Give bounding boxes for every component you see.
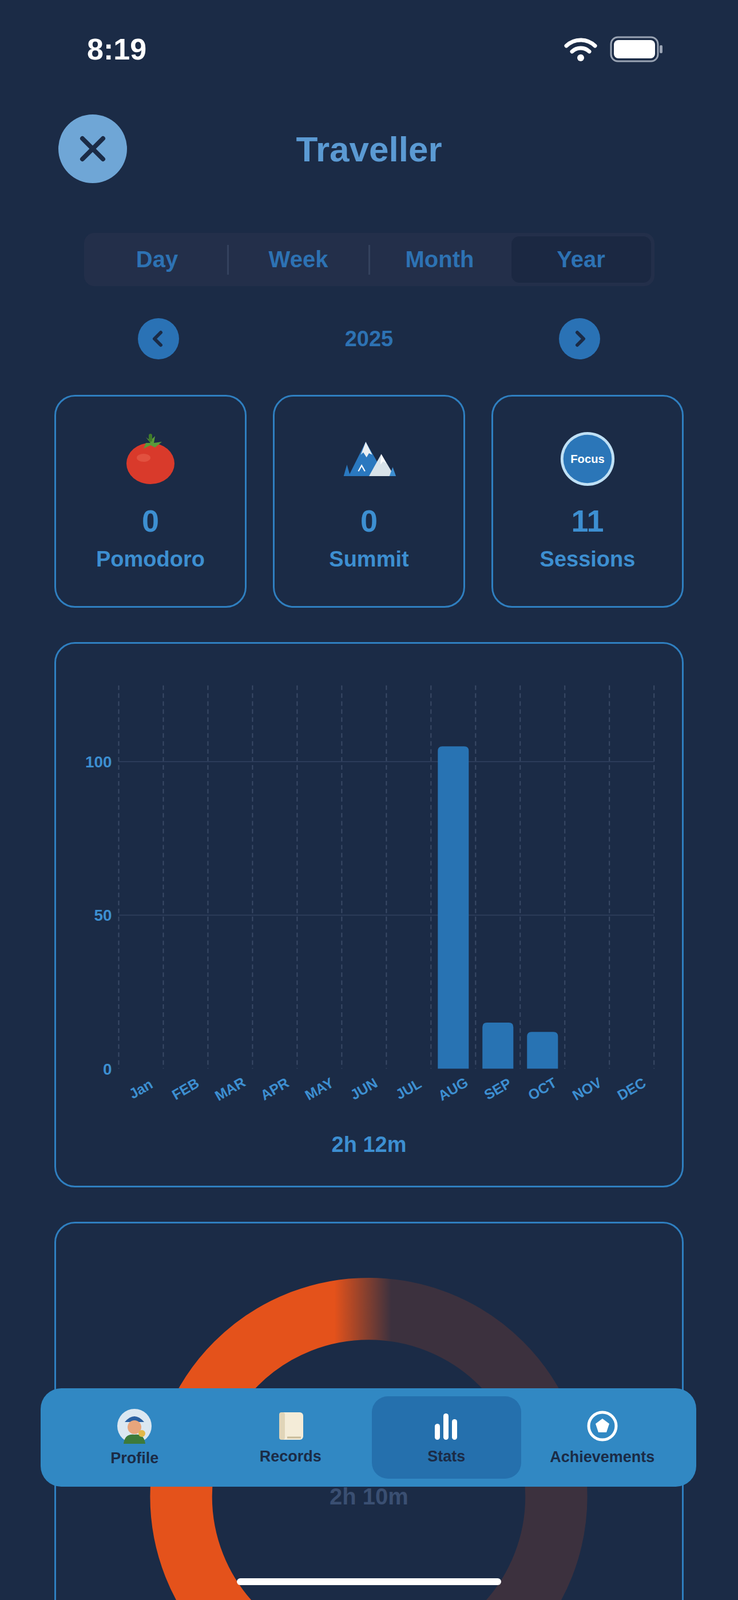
svg-text:0: 0 bbox=[102, 1060, 113, 1078]
status-bar: 8:19 bbox=[0, 0, 738, 99]
notebook-icon bbox=[274, 1409, 307, 1442]
tab-bar-item[interactable]: Profile bbox=[60, 1395, 210, 1479]
stat-icon-box bbox=[121, 430, 180, 488]
tab-bar: Profile Records Stats Achievements bbox=[40, 1387, 697, 1487]
home-indicator bbox=[236, 1577, 502, 1585]
chart-bar bbox=[482, 1022, 514, 1069]
status-icons bbox=[564, 36, 664, 63]
achievement-icon bbox=[585, 1409, 620, 1443]
stat-card: Focus 11 Sessions bbox=[491, 394, 684, 608]
close-icon bbox=[77, 133, 108, 164]
period-label: 2025 bbox=[344, 326, 394, 352]
stat-cards: 0 Pomodoro 0 Summit Focus 11 Sessions bbox=[0, 394, 738, 608]
stat-card: 0 Pomodoro bbox=[54, 394, 247, 608]
svg-text:JUL: JUL bbox=[392, 1074, 424, 1103]
period-tabs: DayWeekMonthYear bbox=[84, 232, 655, 287]
stat-card: 0 Summit bbox=[272, 394, 466, 608]
svg-text:MAY: MAY bbox=[302, 1073, 337, 1103]
svg-text:DEC: DEC bbox=[614, 1073, 649, 1103]
wifi-icon bbox=[564, 36, 598, 62]
period-tab[interactable]: Day bbox=[87, 236, 228, 283]
stat-label: Summit bbox=[328, 545, 409, 573]
stats-screen: 8:19 Traveller DayWeekMonthYear 2025 0 Pomodo… bbox=[0, 0, 738, 1600]
stat-value: 0 bbox=[360, 503, 378, 538]
stats-icon bbox=[430, 1409, 463, 1442]
stat-icon-box bbox=[340, 430, 398, 488]
stat-label: Sessions bbox=[540, 545, 636, 573]
svg-text:JUN: JUN bbox=[347, 1074, 380, 1103]
close-button[interactable] bbox=[58, 114, 128, 184]
chart-bar bbox=[526, 1031, 558, 1069]
svg-text:APR: APR bbox=[257, 1073, 292, 1103]
stat-value: 0 bbox=[141, 503, 160, 538]
stat-icon-box: Focus bbox=[558, 430, 617, 488]
stat-value: 11 bbox=[570, 503, 604, 538]
donut-total: 2h 10m bbox=[329, 1483, 409, 1510]
svg-text:NOV: NOV bbox=[569, 1073, 605, 1103]
svg-text:50: 50 bbox=[94, 906, 113, 924]
svg-text:SEP: SEP bbox=[481, 1074, 514, 1103]
focus-badge-icon: Focus bbox=[558, 429, 617, 489]
tab-bar-label: Achievements bbox=[549, 1447, 655, 1466]
header: Traveller bbox=[0, 114, 738, 184]
tab-bar-label: Records bbox=[259, 1447, 322, 1466]
status-time: 8:19 bbox=[86, 32, 147, 67]
next-button[interactable] bbox=[558, 318, 601, 360]
mountain-icon bbox=[340, 430, 398, 488]
svg-text:OCT: OCT bbox=[525, 1073, 559, 1103]
tomato-icon bbox=[123, 431, 178, 487]
avatar-icon bbox=[116, 1407, 153, 1444]
bar-chart-card: 100 50 0 Jan FEB MAR APR MAY JUN JUL AUG SEP OCT NOV D… bbox=[54, 641, 684, 1188]
chevron-left-icon bbox=[148, 328, 169, 349]
battery-icon bbox=[609, 36, 664, 63]
previous-button[interactable] bbox=[137, 318, 180, 360]
period-tab[interactable]: Year bbox=[511, 236, 652, 283]
svg-text:100: 100 bbox=[85, 752, 112, 771]
tab-bar-label: Stats bbox=[427, 1447, 466, 1466]
stat-label: Pomodoro bbox=[96, 545, 205, 573]
tab-bar-label: Profile bbox=[110, 1449, 159, 1467]
svg-text:FEB: FEB bbox=[168, 1074, 202, 1103]
bar-chart: 100 50 0 Jan FEB MAR APR MAY JUN JUL AUG SEP OCT NOV D… bbox=[56, 643, 682, 1117]
tab-bar-item[interactable]: Records bbox=[216, 1395, 366, 1479]
tab-bar-item[interactable]: Achievements bbox=[528, 1395, 678, 1479]
screen-title: Traveller bbox=[127, 128, 611, 170]
svg-text:Focus: Focus bbox=[570, 452, 605, 466]
tab-bar-item[interactable]: Stats bbox=[371, 1395, 522, 1479]
chevron-right-icon bbox=[569, 328, 590, 349]
period-tab[interactable]: Week bbox=[228, 236, 369, 283]
svg-text:MAR: MAR bbox=[211, 1073, 248, 1104]
chart-bar bbox=[437, 746, 469, 1069]
period-navigator: 2025 bbox=[137, 318, 601, 360]
chart-total: 2h 12m bbox=[331, 1131, 407, 1158]
svg-text:AUG: AUG bbox=[435, 1073, 471, 1104]
svg-text:Jan: Jan bbox=[125, 1075, 156, 1102]
period-tab[interactable]: Month bbox=[370, 236, 510, 283]
